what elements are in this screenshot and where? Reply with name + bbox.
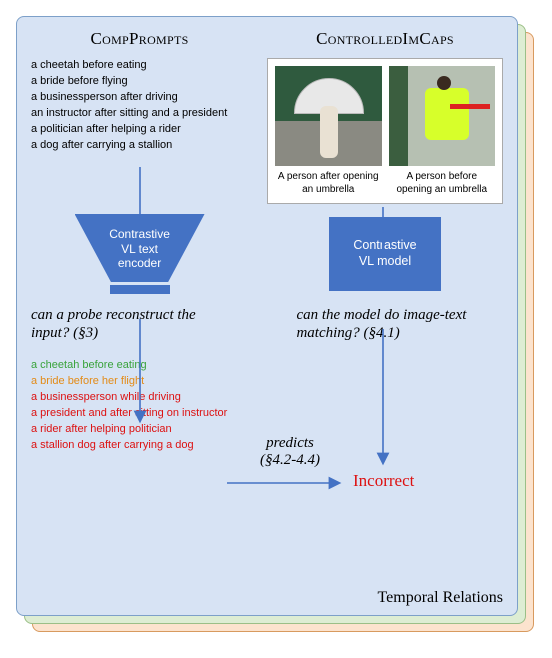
image-item-right: A person before opening an umbrella bbox=[389, 66, 496, 196]
encoder-group: Contrastive VL text encoder bbox=[31, 214, 248, 294]
caption-right: A person before opening an umbrella bbox=[389, 171, 496, 196]
incorrect-label: Incorrect bbox=[353, 471, 414, 491]
question-left: can a probe reconstruct the input? (§3) bbox=[31, 306, 220, 342]
prompt-list: a cheetah before eating a bride before f… bbox=[31, 58, 248, 154]
left-column: CompPrompts a cheetah before eating a br… bbox=[31, 29, 248, 154]
prompt-item: a bride before flying bbox=[31, 74, 248, 90]
heading-controlledimcaps: ControlledImCaps bbox=[267, 29, 503, 49]
prompt-item: a dog after carrying a stallion bbox=[31, 138, 248, 154]
prompt-item: a cheetah before eating bbox=[31, 58, 248, 74]
category-layer-blue: Temporal Relations CompPrompts a cheetah… bbox=[16, 16, 518, 616]
image-item-left: A person after opening an umbrella bbox=[275, 66, 382, 196]
prompt-item: an instructor after sitting and a presid… bbox=[31, 106, 248, 122]
category-label-blue: Temporal Relations bbox=[377, 589, 503, 607]
encoder-label: Contrastive VL text encoder bbox=[109, 227, 170, 270]
result-item: a businessperson while driving bbox=[31, 390, 503, 406]
caption-left: A person after opening an umbrella bbox=[275, 171, 382, 196]
image-umbrella-open bbox=[275, 66, 382, 166]
top-row: CompPrompts a cheetah before eating a br… bbox=[31, 29, 503, 204]
prompt-item: a politician after helping a rider bbox=[31, 122, 248, 138]
embedding-bar bbox=[110, 285, 170, 294]
predicts-label: predicts (§4.2-4.4) bbox=[235, 435, 345, 469]
vl-model-block: Contrastive VL model bbox=[329, 217, 441, 291]
result-item: a president and after sitting on instruc… bbox=[31, 406, 503, 422]
result-item: a bride before her flight bbox=[31, 374, 503, 390]
mid-row: Contrastive VL text encoder Contrastive … bbox=[31, 214, 503, 294]
image-umbrella-closed bbox=[389, 66, 496, 166]
model-group: Contrastive VL model bbox=[267, 217, 503, 291]
arrow-predicts bbox=[227, 473, 347, 493]
prompt-item: a businessperson after driving bbox=[31, 90, 248, 106]
heading-compprompts: CompPrompts bbox=[31, 29, 248, 49]
text-encoder-block: Contrastive VL text encoder bbox=[75, 214, 205, 282]
result-item: a cheetah before eating bbox=[31, 358, 503, 374]
question-right: can the model do image-text matching? (§… bbox=[276, 306, 503, 342]
image-pair-box: A person after opening an umbrella A per… bbox=[267, 58, 503, 204]
model-label: Contrastive VL model bbox=[353, 238, 416, 269]
questions-row: can a probe reconstruct the input? (§3) … bbox=[31, 306, 503, 342]
right-column: ControlledImCaps A person after opening … bbox=[267, 29, 503, 204]
